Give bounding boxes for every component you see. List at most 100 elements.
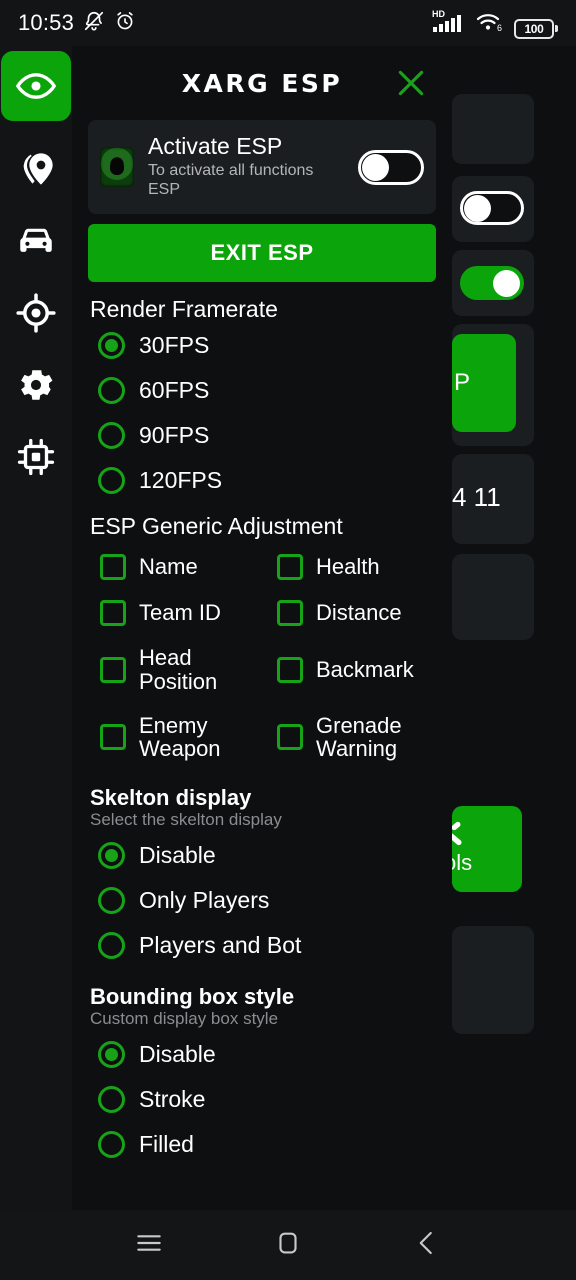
phone-screen: 10:53 HD 6 100 P 4 11 ols XARG ESP Activ… xyxy=(0,0,576,1280)
rounded-square-icon xyxy=(273,1228,303,1263)
cpu-chip-icon xyxy=(15,436,57,478)
esp-generic-checkbox-grid: Name Health Team ID Distance Head Positi… xyxy=(88,544,436,771)
radio-row-skelton-players-and-bot[interactable]: Players and Bot xyxy=(88,923,436,968)
car-icon xyxy=(15,220,57,262)
bg-clipped-green-button[interactable]: P xyxy=(452,334,516,432)
mute-bell-icon xyxy=(83,10,105,37)
radio-label-box-filled: Filled xyxy=(139,1131,194,1158)
crosshair-target-icon xyxy=(15,292,57,334)
bg-card-6 xyxy=(452,554,534,640)
checkbox-row-health[interactable]: Health xyxy=(265,544,436,590)
section-title-bounding-box-style: Bounding box style xyxy=(90,984,295,1010)
radio-icon-box-stroke xyxy=(98,1086,125,1114)
checkbox-row-head-position[interactable]: Head Position xyxy=(88,636,259,704)
esp-skull-logo-icon xyxy=(100,147,134,188)
checkbox-row-enemy-weapon[interactable]: Enemy Weapon xyxy=(88,704,259,772)
bg-card-1 xyxy=(452,94,534,164)
checkbox-icon-enemy-weapon xyxy=(100,724,126,751)
sidebar-item-memory[interactable] xyxy=(0,421,72,493)
radio-row-box-stroke[interactable]: Stroke xyxy=(88,1077,436,1122)
section-skelton-display: Skelton display Select the skelton displ… xyxy=(88,785,436,968)
checkbox-icon-health xyxy=(277,554,303,581)
radio-label-box-disable: Disable xyxy=(139,1041,216,1068)
radio-icon-30fps xyxy=(98,332,125,360)
radio-row-90fps[interactable]: 90FPS xyxy=(88,413,436,458)
bg-card-7 xyxy=(452,926,534,1034)
radio-icon-skelton-players-and-bot xyxy=(98,932,125,960)
radio-row-60fps[interactable]: 60FPS xyxy=(88,368,436,413)
radio-label-120fps: 120FPS xyxy=(139,467,223,494)
radio-label-30fps: 30FPS xyxy=(139,332,210,359)
checkbox-icon-team-id xyxy=(100,600,126,627)
checkbox-row-distance[interactable]: Distance xyxy=(265,590,436,636)
radio-row-box-filled[interactable]: Filled xyxy=(88,1122,436,1167)
bg-toggle-off[interactable] xyxy=(460,191,524,225)
checkbox-label-health: Health xyxy=(316,554,380,580)
home-button[interactable] xyxy=(258,1215,318,1275)
background-app-column: P 4 11 ols xyxy=(444,46,576,1210)
activate-esp-title: Activate ESP xyxy=(148,133,283,159)
activate-esp-subtitle: To activate all functions ESP xyxy=(148,162,314,199)
radio-icon-skelton-disable xyxy=(98,842,125,870)
status-bar-right: HD 6 100 xyxy=(432,8,558,39)
sidebar-item-aimbot[interactable] xyxy=(0,277,72,349)
chevron-left-icon xyxy=(412,1228,442,1263)
checkbox-row-grenade-warning[interactable]: Grenade Warning xyxy=(265,704,436,772)
radio-row-30fps[interactable]: 30FPS xyxy=(88,323,436,368)
page-title: XARG ESP xyxy=(181,68,343,98)
section-title-skelton-display: Skelton display xyxy=(90,785,252,811)
alarm-icon xyxy=(114,10,136,37)
radio-row-skelton-only-players[interactable]: Only Players xyxy=(88,878,436,923)
battery-icon: 100 xyxy=(514,18,558,39)
section-title-render-framerate: Render Framerate xyxy=(90,296,278,323)
radio-label-90fps: 90FPS xyxy=(139,422,210,449)
back-button[interactable] xyxy=(397,1215,457,1275)
exit-esp-button[interactable]: EXIT ESP xyxy=(88,224,436,283)
hd-signal-icon: HD xyxy=(432,8,466,39)
activate-esp-card: Activate ESP To activate all functions E… xyxy=(88,120,436,215)
checkbox-row-backmark[interactable]: Backmark xyxy=(265,636,436,704)
battery-level-label: 100 xyxy=(524,21,544,36)
radio-icon-120fps xyxy=(98,467,125,495)
svg-text:HD: HD xyxy=(432,9,445,19)
checkbox-icon-grenade-warning xyxy=(277,724,303,751)
status-bar: 10:53 HD 6 100 xyxy=(0,0,576,46)
section-subtitle-skelton-display: Select the skelton display xyxy=(90,810,282,830)
map-pin-icon xyxy=(16,149,56,189)
recents-button[interactable] xyxy=(119,1215,179,1275)
svg-text:6: 6 xyxy=(497,23,502,33)
radio-label-60fps: 60FPS xyxy=(139,377,210,404)
checkbox-label-head-position: Head Position xyxy=(139,645,218,694)
activate-esp-toggle[interactable] xyxy=(358,149,424,185)
checkbox-label-name: Name xyxy=(139,554,198,580)
activate-esp-text: Activate ESP To activate all functions E… xyxy=(148,133,344,200)
section-render-framerate: Render Framerate 30FPS 60FPS 90FPS 120FP… xyxy=(88,296,436,503)
checkbox-row-name[interactable]: Name xyxy=(88,544,259,590)
panel-body: Activate ESP To activate all functions E… xyxy=(72,120,452,1167)
sidebar-item-vehicle[interactable] xyxy=(0,205,72,277)
sidebar-item-esp-eye[interactable] xyxy=(1,51,71,121)
status-bar-clock: 10:53 xyxy=(18,10,75,35)
radio-row-box-disable[interactable]: Disable xyxy=(88,1029,436,1077)
checkbox-label-enemy-weapon: Enemy Weapon xyxy=(139,712,221,762)
bg-toggle-on[interactable] xyxy=(460,266,524,300)
radio-icon-box-disable xyxy=(98,1041,125,1069)
close-icon[interactable] xyxy=(394,66,428,100)
esp-overlay-panel: XARG ESP Activate ESP To activate all fu… xyxy=(72,46,452,1210)
checkbox-label-distance: Distance xyxy=(316,600,402,626)
checkbox-label-backmark: Backmark xyxy=(316,656,414,682)
system-navigation-bar xyxy=(0,1210,576,1280)
bg-clipped-tools-button[interactable]: ols xyxy=(444,806,522,892)
checkbox-label-grenade-warning: Grenade Warning xyxy=(316,712,402,762)
section-title-esp-generic-adjustment: ESP Generic Adjustment xyxy=(90,513,343,540)
radio-icon-90fps xyxy=(98,422,125,450)
radio-row-120fps[interactable]: 120FPS xyxy=(88,458,436,503)
gear-icon xyxy=(15,364,57,406)
sidebar-item-settings[interactable] xyxy=(0,349,72,421)
sidebar-item-location[interactable] xyxy=(0,133,72,205)
left-icon-rail xyxy=(0,46,72,1210)
checkbox-icon-distance xyxy=(277,600,303,627)
status-bar-left: 10:53 xyxy=(18,10,136,37)
radio-row-skelton-disable[interactable]: Disable xyxy=(88,830,436,878)
checkbox-row-team-id[interactable]: Team ID xyxy=(88,590,259,636)
